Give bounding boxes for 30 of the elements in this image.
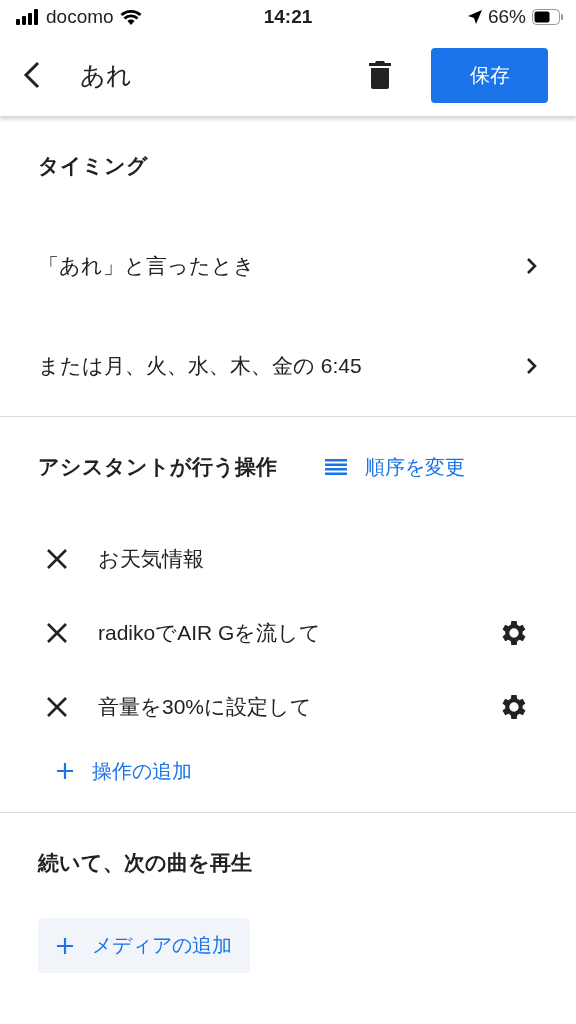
remove-button[interactable] (44, 622, 70, 644)
signal-icon (16, 9, 40, 25)
section-title: アシスタントが行う操作 (38, 454, 277, 481)
battery-percent: 66% (487, 6, 526, 28)
add-media-button[interactable]: メディアの追加 (38, 918, 250, 973)
trigger-row[interactable]: または月、火、水、木、金の 6:45 (38, 316, 538, 416)
back-button[interactable] (22, 60, 42, 90)
section-title: タイミング (38, 153, 149, 179)
routine-title: あれ (80, 59, 133, 91)
action-label: radikoでAIR Gを流して (98, 620, 323, 646)
location-icon (467, 10, 482, 24)
reorder-button[interactable]: 順序を変更 (325, 453, 465, 481)
section-title: 続いて、次の曲を再生 (38, 850, 253, 876)
plus-icon (56, 936, 74, 955)
list-icon (325, 459, 347, 475)
plus-icon (56, 762, 74, 780)
trigger-row[interactable]: 「あれ」と言ったとき (38, 216, 538, 316)
delete-button[interactable] (369, 61, 391, 89)
carrier-name: docomo (46, 6, 114, 28)
status-time: 14:21 (263, 6, 313, 28)
chevron-right-icon (526, 257, 538, 275)
remove-button[interactable] (44, 548, 70, 570)
action-label: お天気情報 (98, 546, 205, 572)
battery-icon (532, 9, 564, 25)
add-action-link[interactable]: 操作の追加 (38, 744, 192, 798)
remove-button[interactable] (44, 696, 70, 718)
action-label: 音量を30%に設定して (98, 694, 314, 720)
wifi-icon (119, 9, 142, 25)
save-button[interactable]: 保存 (431, 47, 548, 103)
chevron-right-icon (526, 357, 538, 375)
